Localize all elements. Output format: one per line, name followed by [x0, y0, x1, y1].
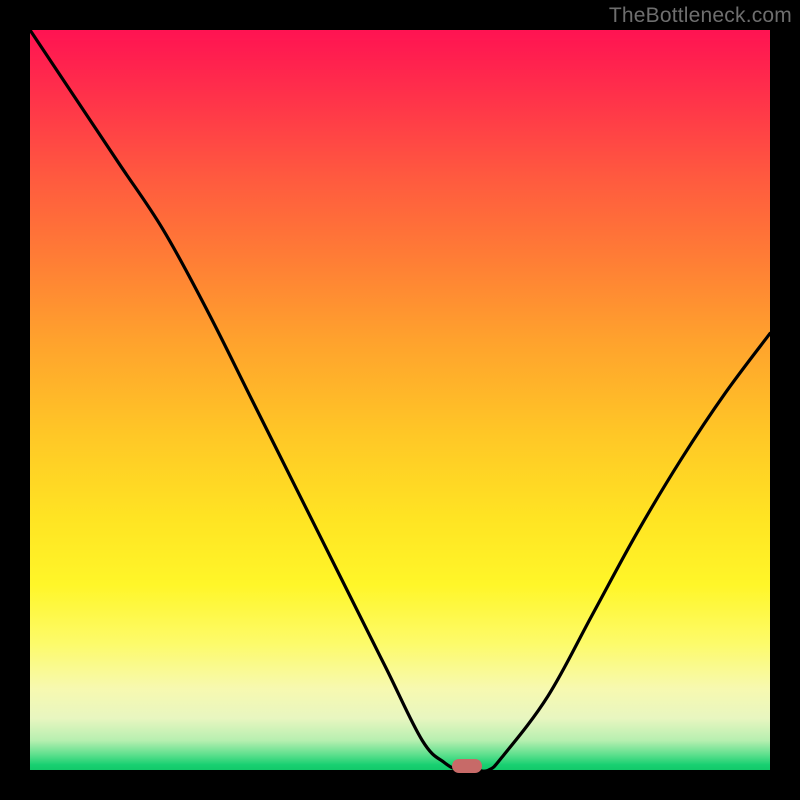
bottleneck-curve-path	[30, 30, 770, 770]
chart-frame: TheBottleneck.com	[0, 0, 800, 800]
bottleneck-curve	[30, 30, 770, 770]
watermark-text: TheBottleneck.com	[609, 4, 792, 28]
optimum-marker	[452, 759, 482, 773]
plot-area	[30, 30, 770, 770]
